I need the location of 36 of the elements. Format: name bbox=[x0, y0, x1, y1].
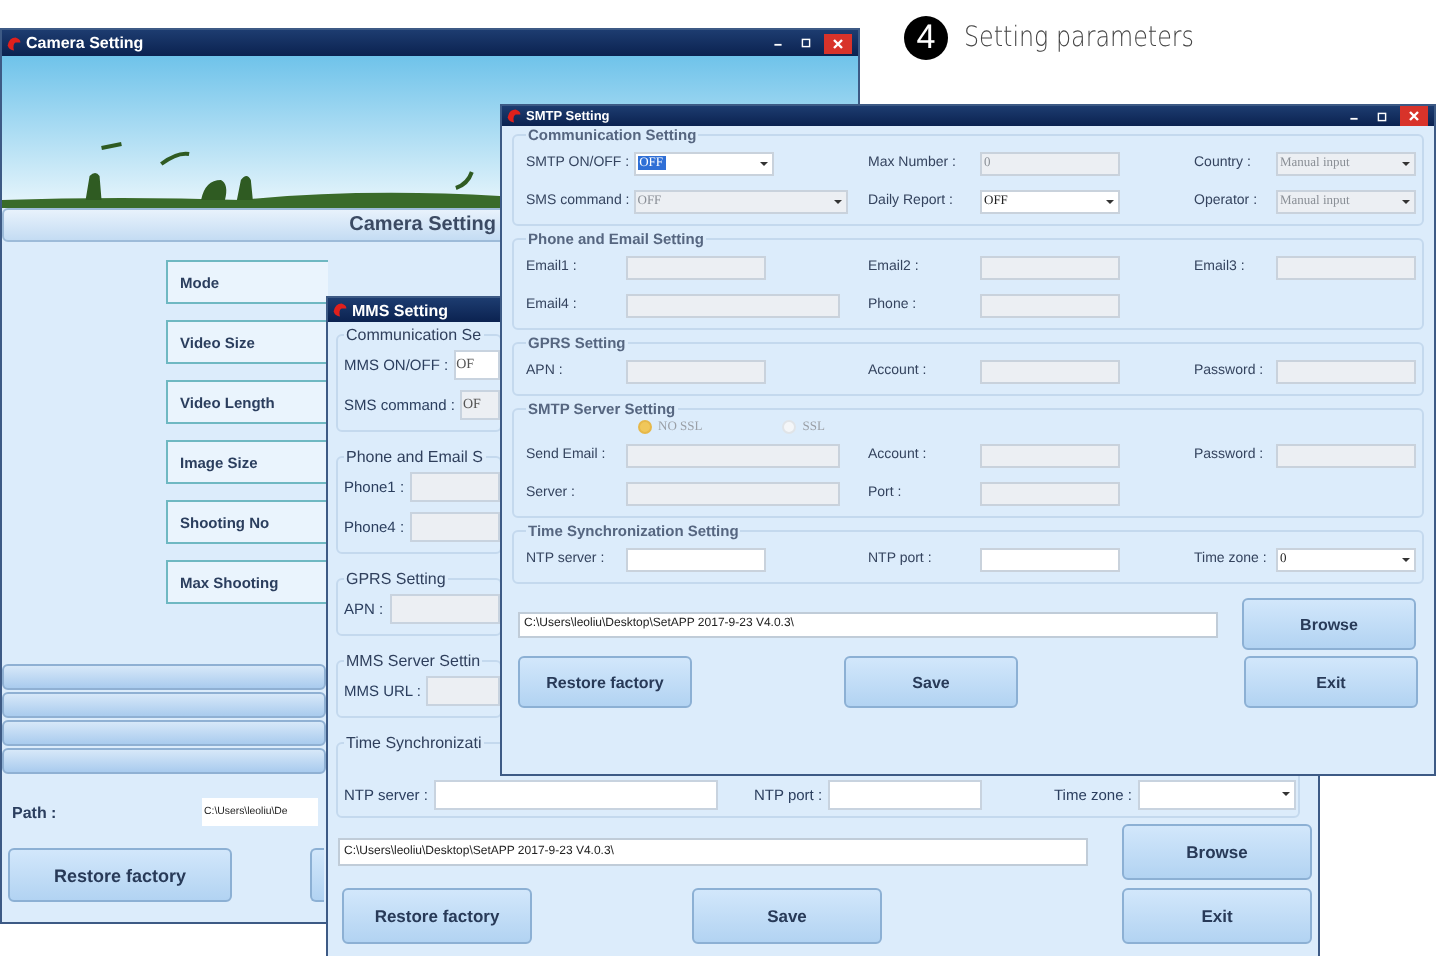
group-title: Time Synchronizati bbox=[344, 734, 484, 752]
collapsed-panel-bar[interactable] bbox=[2, 720, 326, 746]
partial-button[interactable] bbox=[310, 848, 324, 902]
group-title: MMS Server Settin bbox=[344, 652, 483, 670]
action-button[interactable]: Restore factory bbox=[342, 888, 532, 944]
section-title: Camera Setting bbox=[349, 214, 496, 236]
close-icon[interactable] bbox=[1398, 106, 1430, 126]
restore-factory-button[interactable]: Restore factory bbox=[8, 848, 232, 902]
group-title: GPRS Setting bbox=[344, 570, 448, 588]
step-title: Setting parameters bbox=[964, 22, 1194, 54]
text-field[interactable] bbox=[433, 779, 718, 809]
action-button[interactable]: Exit bbox=[1244, 656, 1418, 708]
window-title: MMS Setting bbox=[352, 301, 448, 319]
collapsed-panel-bar[interactable] bbox=[2, 692, 326, 718]
action-button[interactable]: Save bbox=[844, 656, 1018, 708]
browse-button[interactable]: Browse bbox=[1122, 824, 1312, 880]
collapsed-panel-bar[interactable] bbox=[2, 664, 326, 690]
browse-button[interactable]: Browse bbox=[1242, 598, 1416, 650]
group-title: Phone and Email S bbox=[344, 448, 485, 466]
dropdown-field[interactable] bbox=[1137, 779, 1296, 809]
step-number-badge: 4 bbox=[904, 16, 948, 60]
app-logo-icon bbox=[506, 108, 522, 124]
caret-icon bbox=[1277, 786, 1294, 802]
path-label: Path : bbox=[10, 803, 59, 821]
collapsed-panel-bar[interactable] bbox=[2, 748, 326, 774]
action-button[interactable]: Restore factory bbox=[518, 656, 692, 708]
close-icon[interactable] bbox=[822, 33, 854, 53]
app-logo-icon bbox=[332, 302, 348, 318]
action-button[interactable]: Exit bbox=[1122, 888, 1312, 944]
app-logo-icon bbox=[6, 35, 22, 51]
action-button[interactable]: Save bbox=[692, 888, 882, 944]
window-title: Camera Setting bbox=[26, 34, 144, 52]
group-title: Communication Se bbox=[344, 326, 484, 344]
text-field[interactable] bbox=[626, 547, 766, 571]
text-field[interactable] bbox=[828, 779, 983, 809]
text-field[interactable] bbox=[980, 547, 1120, 571]
